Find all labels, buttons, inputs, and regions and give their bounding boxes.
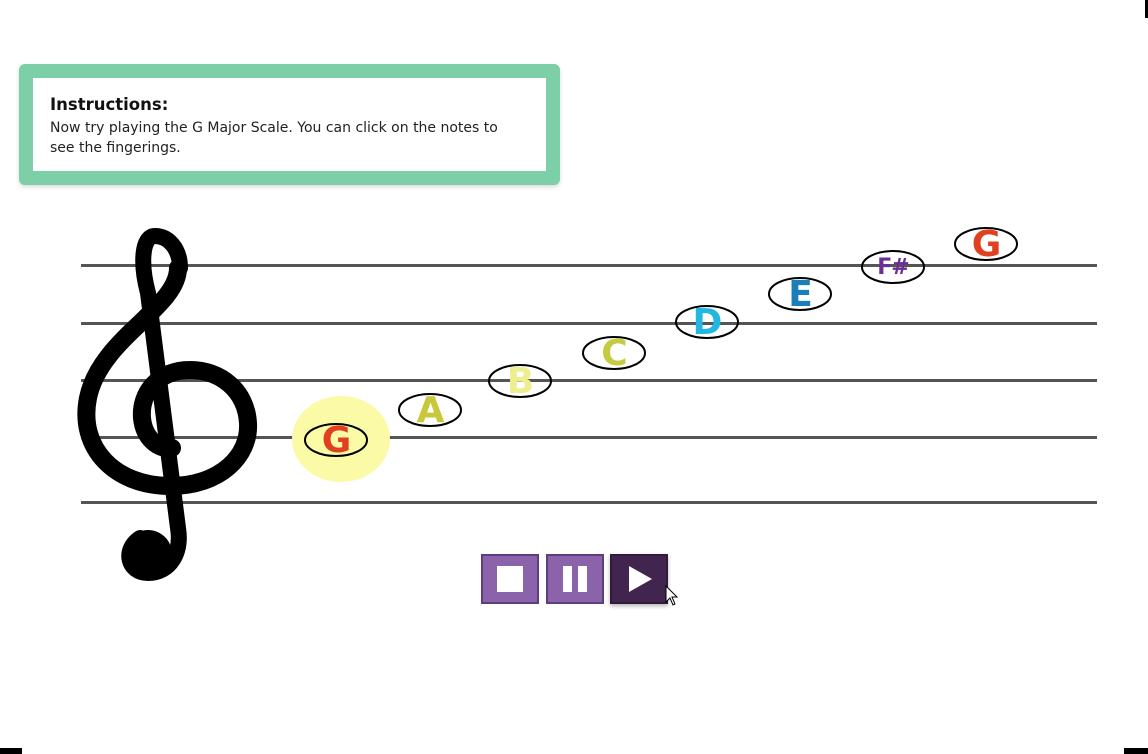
instructions-content: Instructions: Now try playing the G Majo… (33, 78, 546, 171)
note-b[interactable]: B (488, 360, 552, 402)
note-f-sharp[interactable]: F# (861, 250, 925, 284)
note-label: C (601, 332, 627, 374)
note-d[interactable]: D (675, 301, 739, 343)
instructions-title: Instructions: (50, 95, 169, 114)
note-g-low[interactable]: G (304, 419, 368, 461)
note-label: G (321, 419, 352, 461)
treble-clef-icon (77, 228, 258, 582)
mouse-pointer-icon (665, 585, 679, 606)
play-icon (629, 566, 652, 592)
corner-mark (0, 748, 22, 754)
instructions-text: Now try playing the G Major Scale. You c… (50, 120, 498, 156)
instructions-panel: Instructions: Now try playing the G Majo… (19, 64, 560, 185)
play-button[interactable] (610, 554, 668, 604)
stop-button[interactable] (481, 554, 539, 604)
stop-icon (497, 566, 523, 592)
note-e[interactable]: E (768, 273, 832, 315)
note-label: E (788, 273, 813, 315)
note-a[interactable]: A (398, 389, 462, 431)
note-c[interactable]: C (582, 332, 646, 374)
note-label: A (416, 389, 445, 431)
note-label: D (692, 301, 723, 343)
note-label: G (971, 223, 1002, 265)
corner-mark (1124, 748, 1148, 754)
playback-controls (481, 554, 671, 606)
pause-icon (563, 566, 587, 592)
note-label: B (506, 360, 534, 402)
note-g-high[interactable]: G (954, 223, 1018, 265)
note-label: F# (877, 254, 909, 280)
pause-button[interactable] (546, 554, 604, 604)
